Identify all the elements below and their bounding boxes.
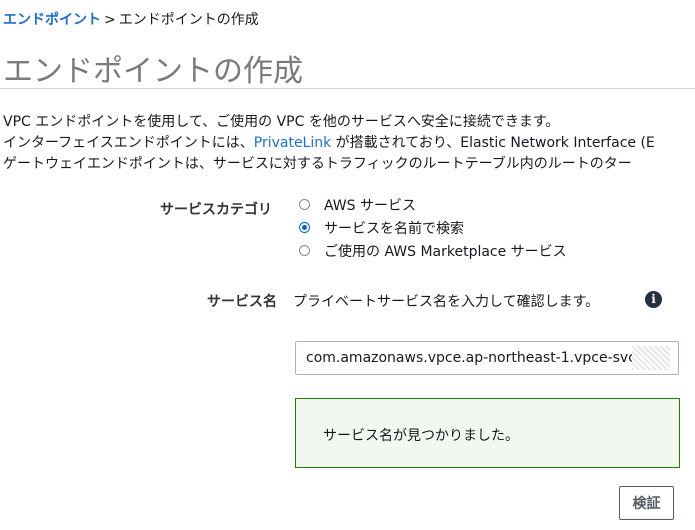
redacted-text: [632, 346, 670, 370]
page-title: エンドポイントの作成: [3, 54, 303, 89]
radio-option-aws-services[interactable]: AWS サービス: [299, 193, 567, 216]
info-circle-icon[interactable]: i: [645, 291, 662, 308]
description-line-1: VPC エンドポイントを使用して、ご使用の VPC を他のサービスへ安全に接続で…: [3, 114, 560, 130]
radio-option-label: AWS サービス: [324, 197, 416, 214]
breadcrumb-current: エンドポイントの作成: [118, 12, 259, 28]
radio-option-find-by-name[interactable]: サービスを名前で検索: [299, 216, 567, 239]
service-name-label: サービス名: [207, 294, 277, 310]
title-divider: [0, 88, 695, 89]
success-message: サービス名が見つかりました。: [323, 428, 519, 444]
service-category-label: サービスカテゴリ: [160, 202, 272, 218]
verify-button[interactable]: 検証: [619, 486, 674, 520]
description-line-3: ゲートウェイエンドポイントは、サービスに対するトラフィックのルートテーブル内のル…: [3, 156, 632, 172]
radio-button-selected[interactable]: [299, 222, 310, 233]
radio-button[interactable]: [299, 199, 310, 210]
breadcrumb: エンドポイント > エンドポイントの作成: [3, 9, 259, 29]
service-category-radio-group: AWS サービス サービスを名前で検索 ご使用の AWS Marketplace…: [299, 193, 567, 262]
radio-option-label: ご使用の AWS Marketplace サービス: [324, 243, 567, 260]
privatelink-link[interactable]: PrivateLink: [254, 135, 331, 151]
description-line-2-start: インターフェイスエンドポイントには、: [3, 135, 254, 151]
description: VPC エンドポイントを使用して、ご使用の VPC を他のサービスへ安全に接続で…: [3, 112, 655, 175]
radio-option-label: サービスを名前で検索: [324, 220, 464, 237]
success-alert: サービス名が見つかりました。: [295, 398, 680, 468]
breadcrumb-link-endpoints[interactable]: エンドポイント: [3, 12, 101, 28]
radio-option-marketplace-services[interactable]: ご使用の AWS Marketplace サービス: [299, 239, 567, 262]
breadcrumb-separator: >: [104, 12, 116, 28]
description-line-2: インターフェイスエンドポイントには、PrivateLink が搭載されており、E…: [3, 133, 655, 154]
service-name-input[interactable]: [295, 341, 679, 375]
service-name-hint: プライベートサービス名を入力して確認します。: [293, 294, 600, 310]
radio-button[interactable]: [299, 245, 310, 256]
description-line-2-end: が搭載されており、Elastic Network Interface (E: [331, 135, 655, 151]
